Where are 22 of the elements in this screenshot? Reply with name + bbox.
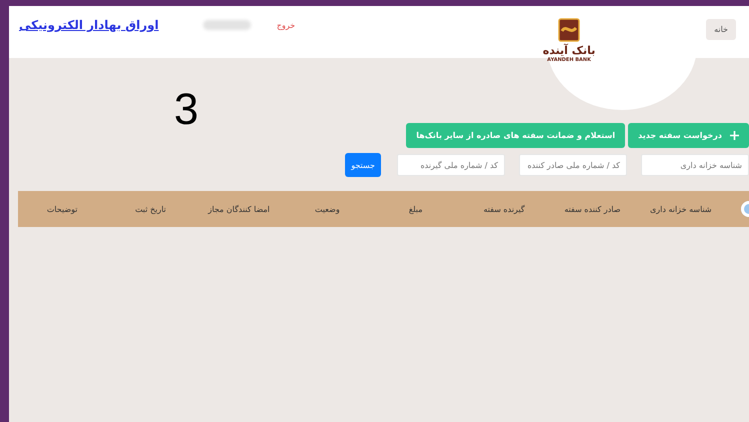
search-field[interactable]: کد / شماره ملی گیرنده — [397, 154, 505, 176]
logout-link[interactable]: خروج — [276, 20, 296, 30]
column-header: مبلغ — [408, 204, 424, 214]
column-header: شناسه خزانه داری — [648, 204, 713, 214]
blurred-username — [202, 20, 251, 30]
column-header: امضا کنندگان مجاز — [206, 204, 271, 214]
action-button[interactable]: درخواست سفته جدید — [628, 123, 749, 148]
action-button[interactable]: استعلام و ضمانت سفته های صادره از سایر بانک‌ها — [406, 123, 626, 148]
search-field[interactable]: شناسه خزانه داری — [641, 154, 749, 176]
search-button[interactable]: جستجو — [345, 153, 381, 177]
site-title-link[interactable]: اوراق بهادار الکترونیکی — [19, 18, 159, 32]
column-header: صادر کننده سفته — [563, 204, 622, 214]
column-header: وضعیت — [314, 204, 341, 214]
column-header: توضیحات — [46, 204, 79, 214]
search-field[interactable]: کد / شماره ملی صادر کننده — [519, 154, 627, 176]
logo-text: بانک آینده — [542, 44, 596, 57]
plus-icon — [730, 131, 739, 140]
column-header: تاریخ ثبت — [134, 204, 168, 214]
column-header: گیرنده سفته — [482, 204, 526, 214]
bank-logo-icon — [558, 18, 580, 42]
home-button[interactable]: خانه — [706, 19, 736, 40]
counter-number: 3 — [174, 88, 198, 132]
